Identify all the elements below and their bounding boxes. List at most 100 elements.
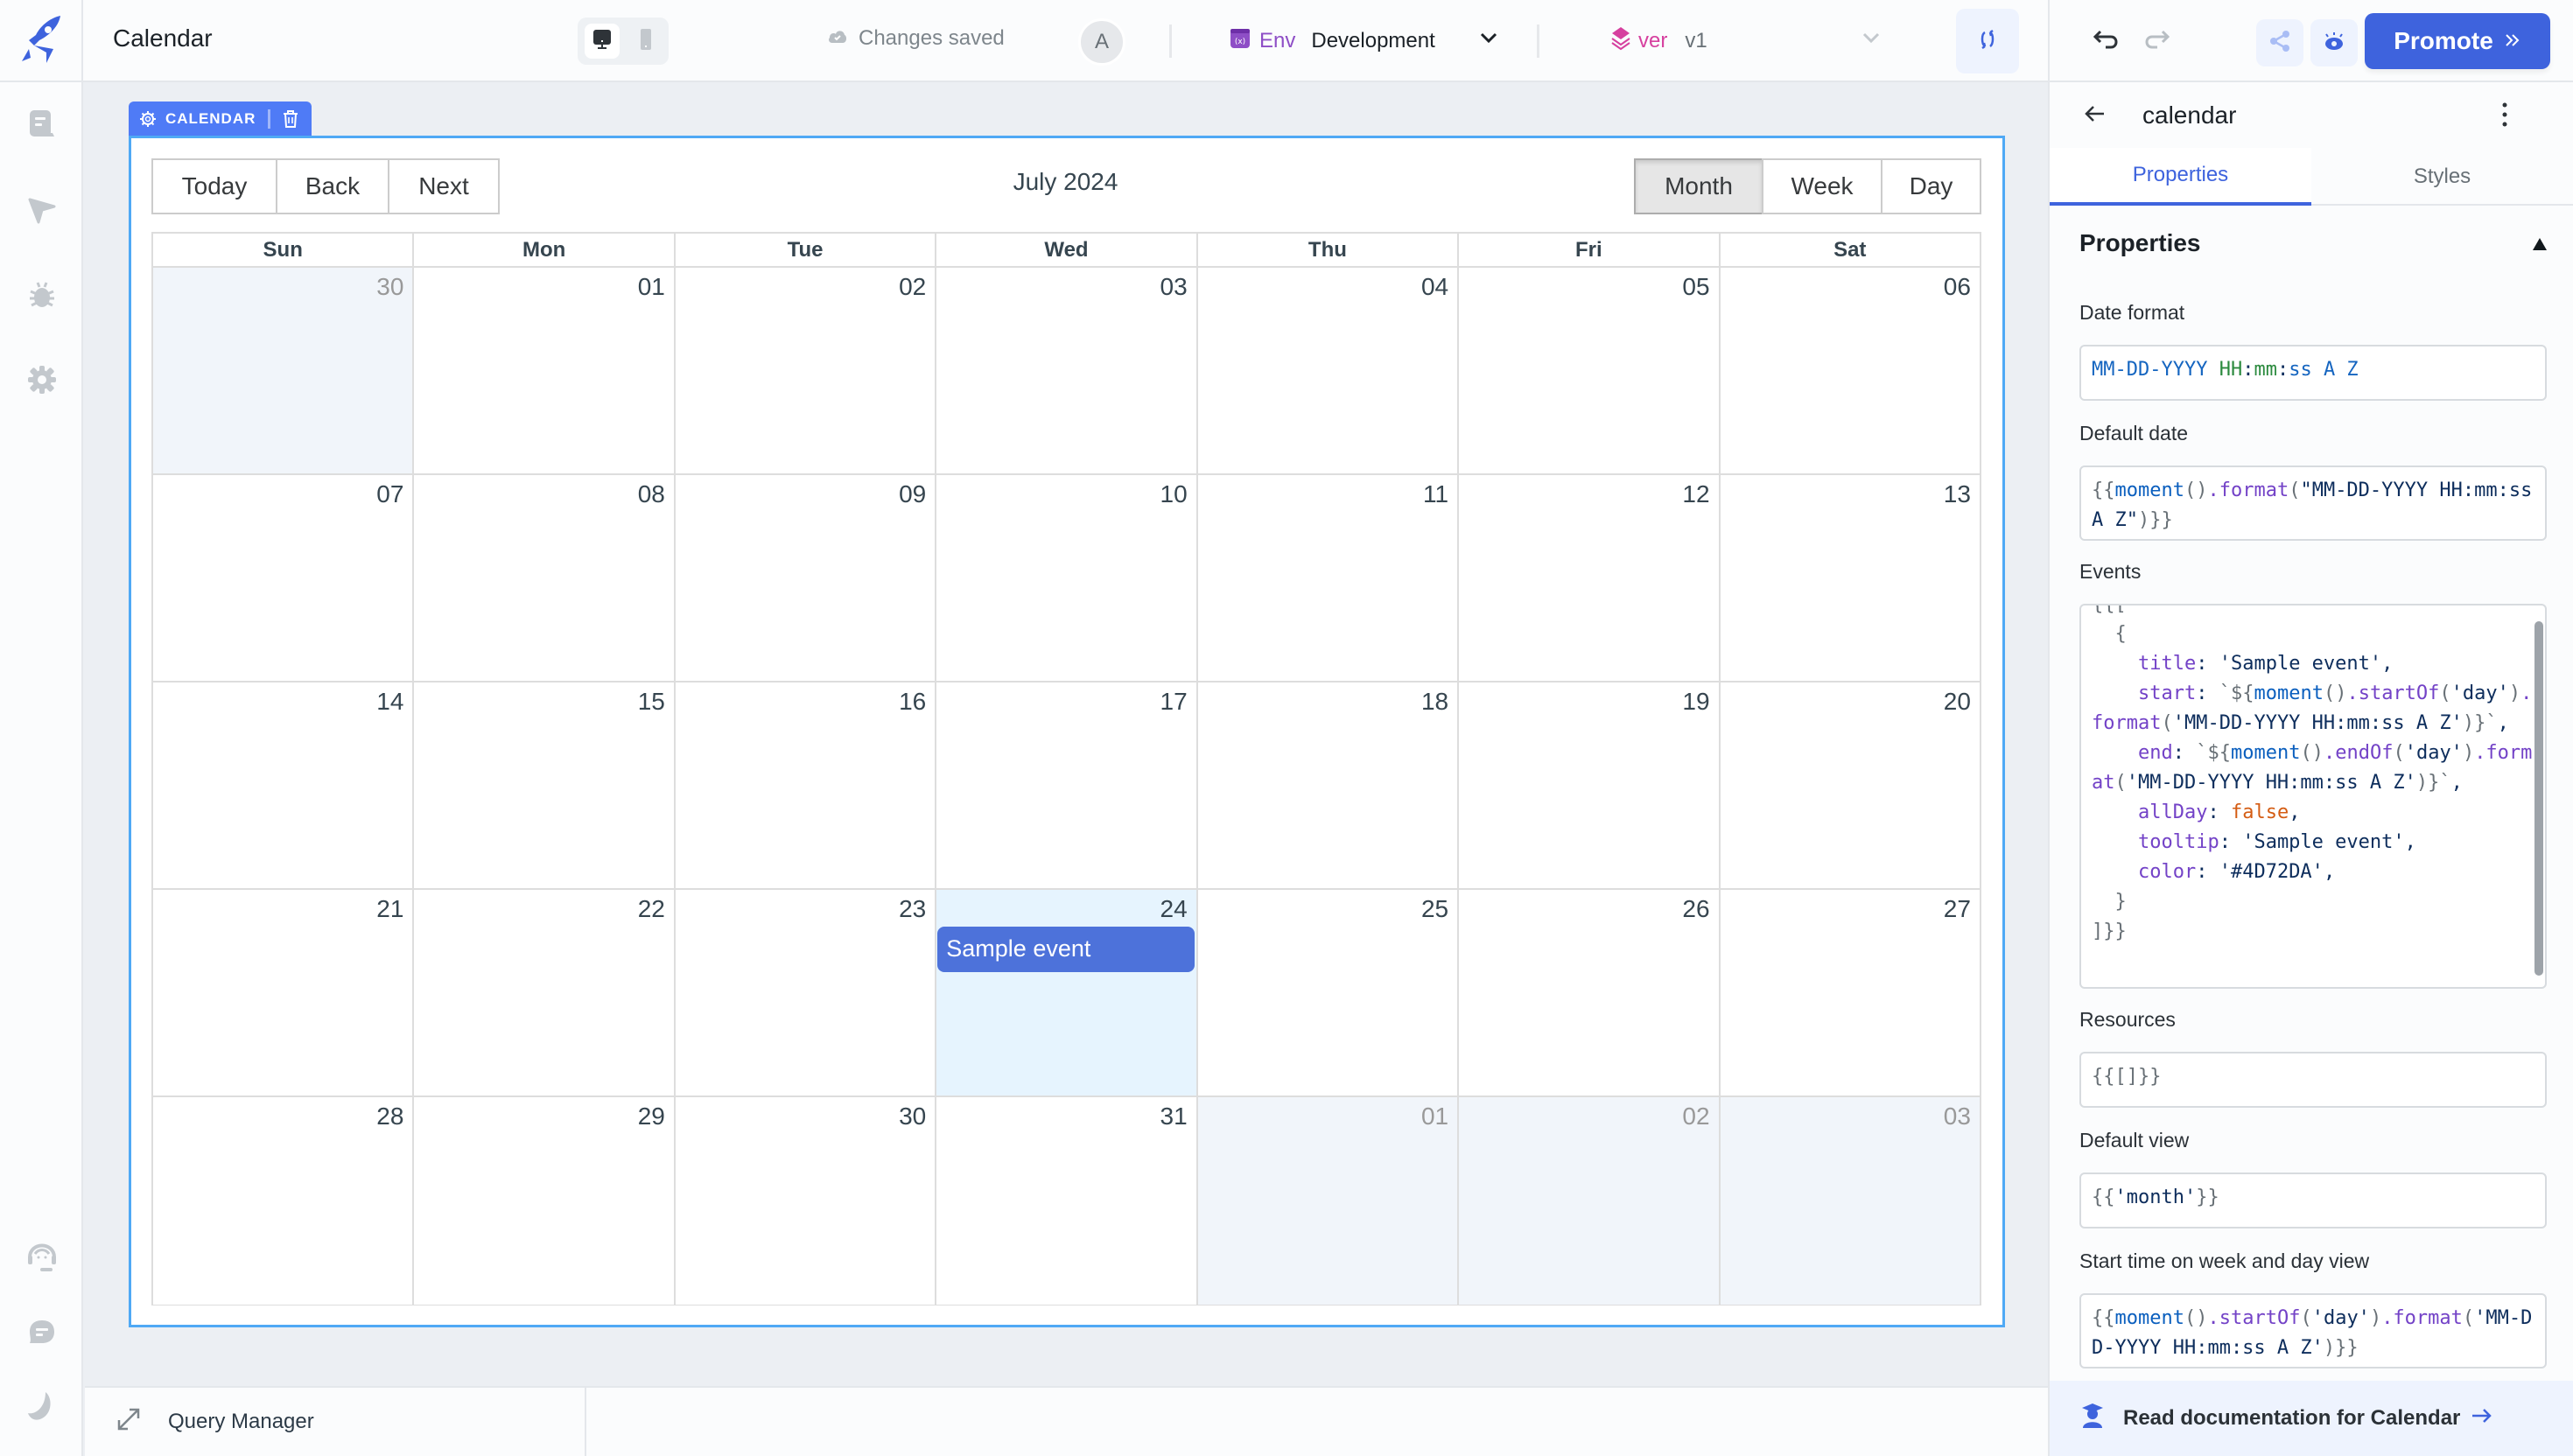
documentation-link[interactable]: Read documentation for Calendar (2050, 1381, 2573, 1456)
calendar-day-cell[interactable]: 07 (153, 475, 413, 681)
day-number[interactable]: 17 (1160, 688, 1188, 716)
default-view-input[interactable]: {{'month'}} (2079, 1172, 2547, 1228)
calendar-day-cell[interactable]: 22 (412, 890, 674, 1096)
day-number[interactable]: 02 (1682, 1102, 1709, 1130)
component-name[interactable]: calendar (2142, 102, 2236, 130)
calendar-day-cell[interactable]: 12 (1457, 475, 1719, 681)
chevron-down-icon[interactable] (1477, 26, 1500, 53)
sidebar-item-pages[interactable] (25, 108, 60, 144)
day-number[interactable]: 21 (376, 895, 403, 923)
calendar-day-cell[interactable]: 15 (412, 682, 674, 888)
calendar-day-cell[interactable]: 17 (935, 682, 1196, 888)
calendar-day-cell[interactable]: 10 (935, 475, 1196, 681)
default-date-input[interactable]: {{moment().format("MM-DD-YYYY HH:mm:ss A… (2079, 466, 2547, 541)
day-number[interactable]: 18 (1421, 688, 1448, 716)
trash-icon[interactable] (283, 109, 298, 129)
next-button[interactable]: Next (388, 158, 500, 214)
back-arrow-icon[interactable] (2083, 102, 2107, 130)
widget-tag[interactable]: CALENDAR (129, 102, 312, 136)
day-number[interactable]: 24 (1160, 895, 1188, 923)
calendar-day-cell[interactable]: 11 (1195, 475, 1458, 681)
calendar-day-cell[interactable]: 14 (153, 682, 413, 888)
sidebar-item-theme[interactable] (25, 1390, 60, 1425)
desktop-view-button[interactable] (585, 24, 620, 59)
tab-properties[interactable]: Properties (2050, 148, 2311, 206)
calendar-day-cell[interactable]: 21 (153, 890, 413, 1096)
scrollbar[interactable] (2534, 621, 2543, 976)
day-number[interactable]: 30 (376, 273, 403, 301)
promote-button[interactable]: Promote (2365, 13, 2550, 69)
calendar-day-cell[interactable]: 03 (935, 268, 1196, 473)
calendar-day-cell[interactable]: 09 (673, 475, 936, 681)
calendar-day-cell[interactable]: 30 (673, 1097, 936, 1305)
environment-select[interactable]: (x) Env Development (1230, 23, 1435, 60)
calendar-day-cell[interactable]: 03 (1718, 1097, 1980, 1305)
day-number[interactable]: 06 (1944, 273, 1971, 301)
day-number[interactable]: 03 (1160, 273, 1188, 301)
gear-icon[interactable] (139, 110, 157, 128)
chevron-down-icon[interactable] (1860, 26, 1882, 53)
day-view-button[interactable]: Day (1881, 158, 1981, 214)
calendar-day-cell[interactable]: 05 (1457, 268, 1719, 473)
day-number[interactable]: 03 (1944, 1102, 1971, 1130)
today-button[interactable]: Today (151, 158, 277, 214)
calendar-day-cell[interactable]: 29 (412, 1097, 674, 1305)
calendar-day-cell[interactable]: 20 (1718, 682, 1980, 888)
calendar-day-cell[interactable]: 06 (1718, 268, 1980, 473)
calendar-day-cell[interactable]: 30 (153, 268, 413, 473)
section-title[interactable]: Properties (2079, 229, 2201, 257)
calendar-day-cell[interactable]: 02 (1457, 1097, 1719, 1305)
day-number[interactable]: 19 (1682, 688, 1709, 716)
calendar-day-cell[interactable]: 28 (153, 1097, 413, 1305)
day-number[interactable]: 07 (376, 480, 403, 508)
calendar-day-cell[interactable]: 08 (412, 475, 674, 681)
day-number[interactable]: 10 (1160, 480, 1188, 508)
logo[interactable] (0, 0, 83, 82)
collapse-icon[interactable] (2531, 236, 2548, 256)
date-format-input[interactable]: MM-DD-YYYY HH:mm:ss A Z (2079, 345, 2547, 401)
events-input[interactable]: {{[ { title: 'Sample event', start: `${m… (2079, 604, 2547, 989)
day-number[interactable]: 05 (1682, 273, 1709, 301)
day-number[interactable]: 01 (638, 273, 665, 301)
day-number[interactable]: 26 (1682, 895, 1709, 923)
day-number[interactable]: 29 (638, 1102, 665, 1130)
day-number[interactable]: 15 (638, 688, 665, 716)
redo-icon[interactable] (2142, 24, 2171, 59)
sidebar-item-debugger[interactable] (25, 279, 60, 314)
calendar-day-cell[interactable]: 02 (673, 268, 936, 473)
mobile-view-button[interactable] (630, 24, 662, 59)
day-number[interactable]: 28 (376, 1102, 403, 1130)
calendar-day-cell[interactable]: 26 (1457, 890, 1719, 1096)
calendar-day-cell[interactable]: 27 (1718, 890, 1980, 1096)
day-number[interactable]: 14 (376, 688, 403, 716)
sidebar-item-inspector[interactable] (25, 194, 60, 229)
query-manager-toggle[interactable]: Query Manager (85, 1388, 586, 1456)
day-number[interactable]: 27 (1944, 895, 1971, 923)
day-number[interactable]: 22 (638, 895, 665, 923)
day-number[interactable]: 13 (1944, 480, 1971, 508)
undo-icon[interactable] (2092, 24, 2121, 59)
start-time-input[interactable]: {{moment().startOf('day').format('MM-DD-… (2079, 1293, 2547, 1368)
day-number[interactable]: 04 (1421, 273, 1448, 301)
calendar-day-cell[interactable]: 31 (935, 1097, 1196, 1305)
day-number[interactable]: 08 (638, 480, 665, 508)
day-number[interactable]: 20 (1944, 688, 1971, 716)
week-view-button[interactable]: Week (1762, 158, 1882, 214)
tab-styles[interactable]: Styles (2311, 148, 2573, 206)
sidebar-item-settings[interactable] (25, 364, 60, 399)
day-number[interactable]: 09 (899, 480, 926, 508)
day-number[interactable]: 11 (1423, 480, 1448, 508)
version-select[interactable]: ver v1 (1610, 23, 1707, 60)
calendar-day-cell[interactable]: 04 (1195, 268, 1458, 473)
share-button[interactable] (2256, 19, 2303, 66)
user-avatar[interactable]: A (1078, 18, 1125, 66)
month-view-button[interactable]: Month (1634, 158, 1763, 214)
calendar-day-cell[interactable]: 01 (1195, 1097, 1458, 1305)
calendar-event[interactable]: Sample event (937, 927, 1195, 972)
day-number[interactable]: 30 (899, 1102, 926, 1130)
calendar-day-cell-today[interactable]: 24 Sample event (935, 890, 1196, 1096)
calendar-day-cell[interactable]: 16 (673, 682, 936, 888)
resources-input[interactable]: {{[]}} (2079, 1052, 2547, 1108)
sync-button[interactable] (1956, 9, 2019, 74)
app-title[interactable]: Calendar (113, 24, 213, 52)
